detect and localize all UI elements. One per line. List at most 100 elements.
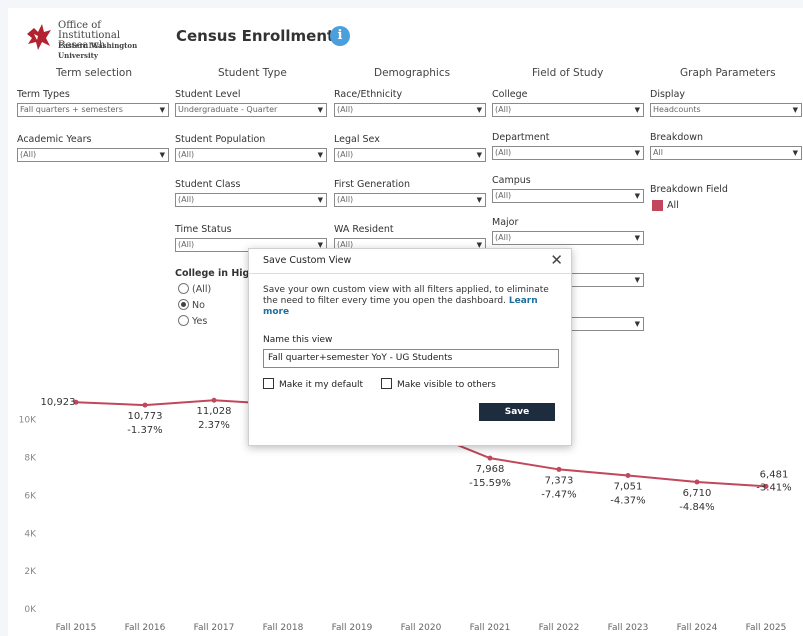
pct-label: -4.37% xyxy=(610,496,645,507)
campus-dropdown[interactable]: (All) ▼ xyxy=(492,189,644,203)
data-point xyxy=(211,397,217,403)
y-tick-label: 6K xyxy=(24,491,37,501)
radio-no[interactable]: No xyxy=(178,299,205,311)
race-dropdown[interactable]: (All) ▼ xyxy=(334,103,486,117)
page-title: Census Enrollment xyxy=(176,27,335,45)
value-label: 10,773 xyxy=(128,411,163,422)
term-types-dropdown[interactable]: Fall quarters + semesters ▼ xyxy=(17,103,169,117)
display-dropdown[interactable]: Headcounts ▼ xyxy=(650,103,802,117)
data-point xyxy=(556,466,562,472)
dialog-message-text: Save your own custom view with all filte… xyxy=(263,285,549,306)
student-population-label: Student Population xyxy=(175,134,266,145)
chevron-down-icon: ▼ xyxy=(476,151,482,159)
dialog-title: Save Custom View xyxy=(263,255,352,266)
student-class-label: Student Class xyxy=(175,179,241,190)
term-types-value: Fall quarters + semesters xyxy=(20,105,123,114)
chevron-down-icon: ▼ xyxy=(317,106,323,114)
x-tick-label: Fall 2018 xyxy=(263,623,304,633)
legal-sex-value: (All) xyxy=(337,150,354,159)
make-default-label: Make it my default xyxy=(279,380,364,390)
data-point xyxy=(487,455,493,461)
x-tick-label: Fall 2023 xyxy=(608,623,649,633)
chevron-down-icon: ▼ xyxy=(634,106,640,114)
value-label: 7,373 xyxy=(545,475,574,486)
view-name-input[interactable]: Fall quarter+semester YoY - UG Students xyxy=(263,349,559,368)
display-value: Headcounts xyxy=(653,105,701,114)
department-label: Department xyxy=(492,132,550,143)
chevron-down-icon: ▼ xyxy=(792,106,798,114)
pct-label: -3.41% xyxy=(756,482,791,493)
y-tick-label: 10K xyxy=(19,416,37,426)
pct-label: -7.47% xyxy=(541,489,576,500)
student-class-dropdown[interactable]: (All) ▼ xyxy=(175,193,327,207)
radio-all-label: (All) xyxy=(192,284,212,295)
major-label: Major xyxy=(492,217,519,228)
make-default-checkbox[interactable]: Make it my default xyxy=(263,378,364,390)
time-status-label: Time Status xyxy=(175,224,232,235)
y-tick-label: 8K xyxy=(24,454,37,464)
radio-circle-icon xyxy=(178,315,189,326)
race-label: Race/Ethnicity xyxy=(334,89,403,100)
value-label: 10,923 xyxy=(41,397,76,408)
student-population-dropdown[interactable]: (All) ▼ xyxy=(175,148,327,162)
data-point xyxy=(625,473,631,479)
x-tick-label: Fall 2022 xyxy=(539,623,580,633)
chevron-down-icon: ▼ xyxy=(476,106,482,114)
student-population-value: (All) xyxy=(178,150,195,159)
save-button[interactable]: Save xyxy=(479,403,555,421)
radio-yes[interactable]: Yes xyxy=(178,315,208,327)
chevron-down-icon: ▼ xyxy=(634,320,640,328)
make-visible-checkbox[interactable]: Make visible to others xyxy=(381,378,496,390)
chevron-down-icon: ▼ xyxy=(634,234,640,242)
name-view-label: Name this view xyxy=(263,335,333,345)
legal-sex-dropdown[interactable]: (All) ▼ xyxy=(334,148,486,162)
legend-swatch[interactable] xyxy=(652,200,663,211)
y-tick-label: 0K xyxy=(24,605,37,615)
academic-years-dropdown[interactable]: (All) ▼ xyxy=(17,148,169,162)
dialog-header: Save Custom View ✕ xyxy=(249,249,571,274)
close-icon[interactable]: ✕ xyxy=(550,251,563,269)
logo-line3: Eastern Washington University xyxy=(58,41,138,60)
department-dropdown[interactable]: (All) ▼ xyxy=(492,146,644,160)
x-tick-label: Fall 2021 xyxy=(470,623,511,633)
college-dropdown[interactable]: (All) ▼ xyxy=(492,103,644,117)
x-tick-label: Fall 2017 xyxy=(194,623,235,633)
x-tick-label: Fall 2020 xyxy=(401,623,442,633)
student-level-dropdown[interactable]: Undergraduate - Quarter ▼ xyxy=(175,103,327,117)
save-custom-view-dialog: Save Custom View ✕ Save your own custom … xyxy=(248,248,572,446)
value-label: 7,968 xyxy=(476,464,505,475)
chevron-down-icon: ▼ xyxy=(634,192,640,200)
wa-resident-label: WA Resident xyxy=(334,224,394,235)
value-label: 7,051 xyxy=(614,482,643,493)
value-label: 6,710 xyxy=(683,488,712,499)
major-dropdown[interactable]: (All) ▼ xyxy=(492,231,644,245)
logo: Office of Institutional Research Eastern… xyxy=(24,20,164,60)
info-icon[interactable]: i xyxy=(330,26,350,46)
chevron-down-icon: ▼ xyxy=(792,149,798,157)
academic-years-label: Academic Years xyxy=(17,134,92,145)
x-tick-label: Fall 2025 xyxy=(746,623,787,633)
breakdown-field-label: Breakdown Field xyxy=(650,184,728,195)
data-point xyxy=(142,402,148,408)
section-term: Term selection xyxy=(56,67,132,79)
college-label: College xyxy=(492,89,528,100)
chevron-down-icon: ▼ xyxy=(317,196,323,204)
race-value: (All) xyxy=(337,105,354,114)
chevron-down-icon: ▼ xyxy=(476,196,482,204)
student-level-value: Undergraduate - Quarter xyxy=(178,105,278,114)
first-gen-dropdown[interactable]: (All) ▼ xyxy=(334,193,486,207)
section-student: Student Type xyxy=(218,67,287,79)
checkbox-icon xyxy=(263,378,274,389)
display-label: Display xyxy=(650,89,686,100)
radio-selected-icon xyxy=(178,299,189,310)
radio-all[interactable]: (All) xyxy=(178,283,212,295)
student-class-value: (All) xyxy=(178,195,195,204)
breakdown-dropdown[interactable]: All ▼ xyxy=(650,146,802,160)
radio-yes-label: Yes xyxy=(192,316,208,327)
section-field: Field of Study xyxy=(532,67,604,79)
first-gen-label: First Generation xyxy=(334,179,411,190)
chevron-down-icon: ▼ xyxy=(317,151,323,159)
chevron-down-icon: ▼ xyxy=(159,106,165,114)
x-tick-label: Fall 2015 xyxy=(56,623,97,633)
pct-label: -15.59% xyxy=(469,478,511,489)
